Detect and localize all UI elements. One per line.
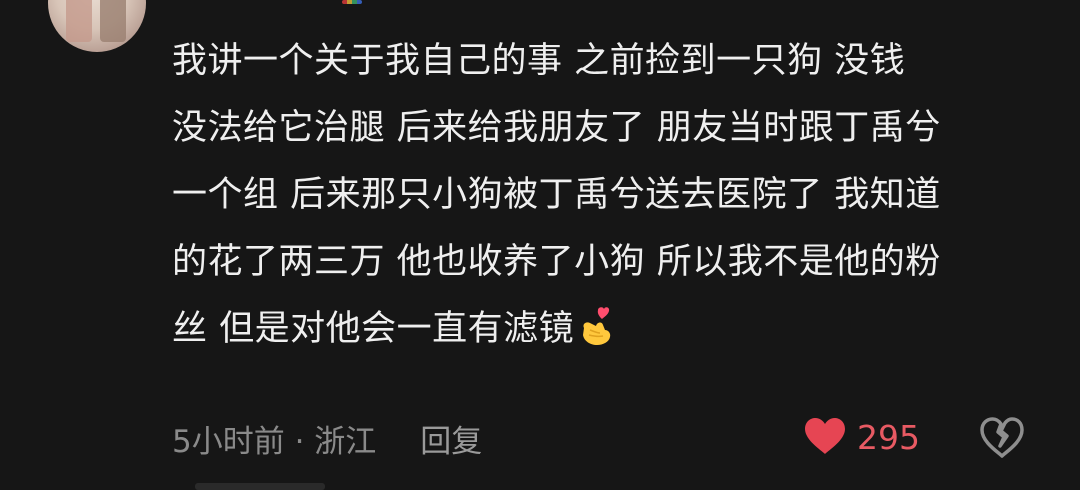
comment-line: 我讲一个关于我自己的事 之前捡到一只狗 没钱 (172, 41, 906, 81)
heart-icon (803, 416, 847, 460)
comment-meta: 5小时前 · 浙江 回复 (172, 416, 482, 461)
comment-line-last: 丝 但是对他会一直有滤镜 (172, 296, 1042, 363)
comment-line: 没法给它治腿 后来给我朋友了 朋友当时跟丁禹兮 (172, 108, 941, 148)
like-button[interactable]: 295 (803, 416, 920, 460)
avatar-figure (100, 0, 126, 42)
comment-line: 一个组 后来那只小狗被丁禹兮送去医院了 我知道 (172, 175, 941, 215)
avatar-figure (66, 0, 92, 42)
reply-button[interactable]: 回复 (420, 424, 482, 460)
comment-text[interactable]: 我讲一个关于我自己的事 之前捡到一只狗 没钱 没法给它治腿 后来给我朋友了 朋友… (172, 28, 1042, 363)
like-count: 295 (857, 418, 920, 457)
avatar[interactable] (48, 0, 146, 52)
next-item-divider (195, 483, 325, 490)
comment-line: 的花了两三万 他也收养了小狗 所以我不是他的粉 (172, 242, 941, 282)
comment-item: 我讲一个关于我自己的事 之前捡到一只狗 没钱 没法给它治腿 后来给我朋友了 朋友… (0, 0, 1080, 490)
user-badge-icon (342, 0, 362, 4)
time-location: 5小时前 · 浙江 (172, 424, 377, 460)
broken-heart-icon (978, 417, 1026, 464)
heart-hand-emoji-icon (578, 302, 616, 345)
dislike-button[interactable] (978, 416, 1026, 460)
comment-line: 丝 但是对他会一直有滤镜 (172, 309, 575, 349)
